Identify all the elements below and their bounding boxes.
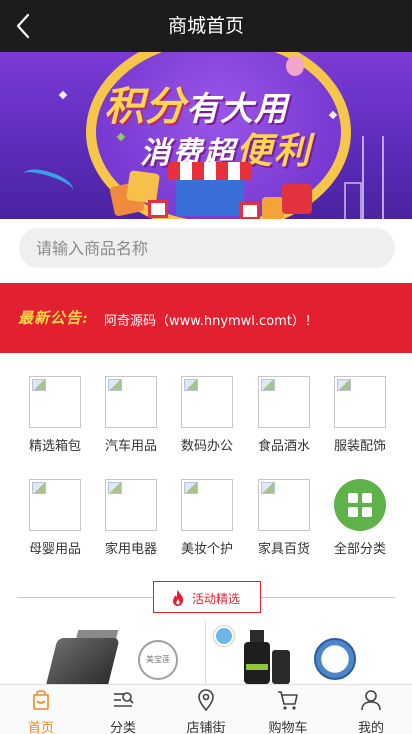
broken-image-icon — [29, 376, 81, 428]
tab-store-street[interactable]: 店铺街 — [165, 685, 247, 734]
broken-image-icon — [105, 479, 157, 531]
user-icon — [361, 690, 381, 711]
building-decoration — [344, 182, 362, 219]
tab-label: 店铺街 — [186, 721, 226, 734]
category-label: 汽车用品 — [104, 439, 157, 454]
bottle-label-image — [246, 664, 268, 670]
grid-dot — [362, 507, 372, 517]
activity-section-label: 活动精选 — [192, 592, 241, 606]
broken-image-icon — [258, 479, 310, 531]
mascot-badge-image — [314, 638, 356, 680]
featured-products: 美宝莲 — [0, 620, 412, 684]
cart-icon — [278, 691, 298, 710]
category-label: 母婴用品 — [28, 542, 81, 557]
category-label: 服装配饰 — [333, 439, 386, 454]
grid-dot — [348, 507, 358, 517]
flame-icon — [173, 590, 184, 606]
activity-section-header[interactable]: 活动精选 — [153, 581, 261, 613]
mascot-logo — [214, 626, 234, 646]
category-label: 家具百货 — [257, 542, 310, 557]
gift-box-illustration — [240, 202, 260, 219]
promo-banner[interactable]: 积分有大用 消费超便利 — [0, 52, 412, 219]
tab-cart[interactable]: 购物车 — [247, 685, 329, 734]
top-nav-bar: 商城首页 — [0, 0, 412, 52]
tab-mine[interactable]: 我的 — [330, 685, 412, 734]
broken-image-icon — [29, 479, 81, 531]
shopping-bag-illustration — [282, 184, 312, 214]
shopping-bag-illustration — [126, 170, 160, 204]
category-search-icon — [114, 692, 134, 707]
bottom-tab-bar: 首页 分类 店铺街 购物车 我的 — [0, 684, 412, 734]
category-label: 食品酒水 — [257, 439, 310, 454]
broken-image-icon — [105, 376, 157, 428]
page-title: 商城首页 — [167, 15, 244, 37]
shopping-bag-illustration — [262, 197, 284, 219]
grid-icon — [334, 479, 386, 531]
grid-dot — [362, 493, 372, 503]
tab-label: 首页 — [27, 721, 54, 734]
product-card[interactable]: 美宝莲 — [0, 620, 205, 684]
location-pin-icon — [198, 689, 214, 711]
search-bar — [0, 219, 412, 283]
announcement-bar[interactable]: 最新公告: 阿奇源码（www.hnymwl.comt）！ — [0, 283, 412, 353]
lotion-bottle-image — [272, 650, 290, 684]
tab-label: 我的 — [357, 721, 384, 734]
tab-label: 分类 — [109, 721, 136, 734]
announcement-text[interactable]: 阿奇源码（www.hnymwl.comt）！ — [104, 310, 318, 329]
stall-awning — [168, 162, 252, 180]
gift-box-illustration — [148, 200, 168, 218]
category-label: 数码办公 — [180, 439, 233, 454]
category-label: 全部分类 — [333, 542, 386, 557]
balloon-decoration — [286, 56, 304, 76]
ribbon-decoration — [20, 164, 76, 200]
brand-stamp: 美宝莲 — [138, 640, 178, 680]
category-label: 精选箱包 — [28, 439, 81, 454]
announcement-tag: 最新公告: — [18, 309, 89, 327]
broken-image-icon — [258, 376, 310, 428]
sparkle-decoration — [58, 90, 68, 100]
tab-label: 购物车 — [268, 721, 308, 734]
stall-body — [176, 180, 244, 216]
cleanser-bottle-image — [244, 642, 270, 684]
broken-image-icon — [181, 479, 233, 531]
broken-image-icon — [181, 376, 233, 428]
broken-image-icon — [334, 376, 386, 428]
search-input[interactable] — [19, 228, 395, 268]
grid-dot — [348, 493, 358, 503]
tower-decoration — [362, 136, 384, 219]
category-label: 家用电器 — [104, 542, 157, 557]
product-card[interactable] — [206, 620, 412, 684]
home-bag-icon — [33, 690, 49, 710]
category-label: 美妆个护 — [180, 542, 233, 557]
tab-home[interactable]: 首页 — [0, 685, 82, 734]
compact-image — [46, 638, 120, 684]
tab-category[interactable]: 分类 — [82, 685, 164, 734]
